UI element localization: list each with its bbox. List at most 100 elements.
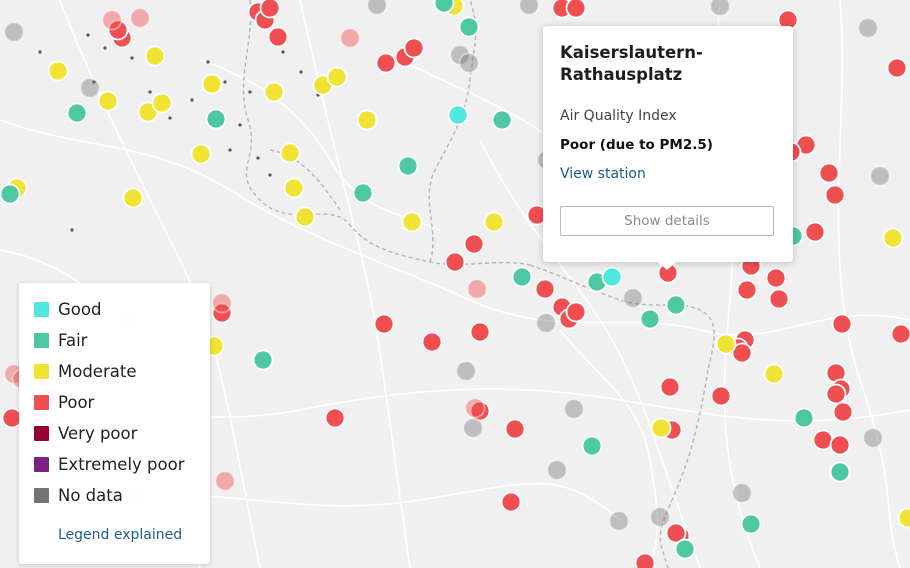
station-marker-moderate[interactable] <box>190 143 212 165</box>
station-marker-moderate[interactable] <box>144 45 166 67</box>
station-marker-moderate[interactable] <box>97 90 119 112</box>
station-marker-poor[interactable] <box>765 267 787 289</box>
station-marker-moderate[interactable] <box>201 73 223 95</box>
station-marker-poor[interactable] <box>565 0 587 19</box>
station-marker-poor[interactable] <box>829 434 851 456</box>
station-marker-poor[interactable] <box>565 301 587 323</box>
station-marker-poor[interactable] <box>464 397 486 419</box>
station-marker-poor[interactable] <box>710 385 732 407</box>
station-marker-no-data[interactable] <box>546 459 568 481</box>
station-marker-fair[interactable] <box>639 308 661 330</box>
station-marker-fair[interactable] <box>740 513 762 535</box>
town-dot <box>256 156 260 160</box>
station-marker-moderate[interactable] <box>882 227 904 249</box>
station-marker-moderate[interactable] <box>283 177 305 199</box>
station-marker-fair[interactable] <box>829 461 851 483</box>
station-marker-poor[interactable] <box>824 184 846 206</box>
legend-explained-link[interactable]: Legend explained <box>58 527 182 543</box>
station-marker-poor[interactable] <box>267 26 289 48</box>
station-marker-no-data[interactable] <box>622 287 644 309</box>
station-marker-no-data[interactable] <box>563 398 585 420</box>
station-marker-no-data[interactable] <box>862 427 884 449</box>
station-marker-moderate[interactable] <box>897 507 910 529</box>
station-marker-no-data[interactable] <box>462 417 484 439</box>
station-marker-moderate[interactable] <box>483 211 505 233</box>
station-marker-moderate[interactable] <box>715 333 737 355</box>
station-marker-fair[interactable] <box>66 102 88 124</box>
station-marker-no-data[interactable] <box>608 510 630 532</box>
station-marker-poor[interactable] <box>831 313 853 335</box>
station-marker-fair[interactable] <box>433 0 455 14</box>
station-marker-poor[interactable] <box>444 251 466 273</box>
station-marker-fair[interactable] <box>458 16 480 38</box>
station-marker-no-data[interactable] <box>535 312 557 334</box>
station-marker-poor[interactable] <box>375 52 397 74</box>
station-marker-no-data[interactable] <box>731 482 753 504</box>
station-marker-moderate[interactable] <box>356 109 378 131</box>
station-marker-poor[interactable] <box>463 233 485 255</box>
station-marker-fair[interactable] <box>793 407 815 429</box>
station-marker-fair[interactable] <box>205 108 227 130</box>
station-marker-moderate[interactable] <box>122 187 144 209</box>
station-marker-moderate[interactable] <box>763 363 785 385</box>
station-marker-no-data[interactable] <box>455 360 477 382</box>
station-marker-poor[interactable] <box>403 37 425 59</box>
station-marker-fair[interactable] <box>674 538 696 560</box>
station-marker-fair[interactable] <box>0 183 21 205</box>
station-marker-poor[interactable] <box>101 9 123 31</box>
station-marker-poor[interactable] <box>886 57 908 79</box>
station-marker-poor[interactable] <box>500 491 522 513</box>
station-marker-no-data[interactable] <box>857 17 879 39</box>
station-marker-poor[interactable] <box>469 321 491 343</box>
station-marker-fair[interactable] <box>581 435 603 457</box>
station-marker-moderate[interactable] <box>294 206 316 228</box>
town-dot <box>130 56 134 60</box>
station-marker-no-data[interactable] <box>649 506 671 528</box>
station-marker-moderate[interactable] <box>263 81 285 103</box>
station-marker-no-data[interactable] <box>458 52 480 74</box>
view-station-link[interactable]: View station <box>560 166 646 182</box>
station-marker-good[interactable] <box>601 266 623 288</box>
station-marker-moderate[interactable] <box>279 142 301 164</box>
station-marker-fair[interactable] <box>352 182 374 204</box>
station-marker-moderate[interactable] <box>151 92 173 114</box>
station-marker-poor[interactable] <box>818 162 840 184</box>
station-marker-good[interactable] <box>447 104 469 126</box>
station-marker-fair[interactable] <box>252 349 274 371</box>
station-marker-poor[interactable] <box>890 323 910 345</box>
station-marker-poor[interactable] <box>259 0 281 19</box>
station-marker-poor[interactable] <box>832 401 854 423</box>
station-marker-no-data[interactable] <box>79 77 101 99</box>
station-marker-poor[interactable] <box>659 376 681 398</box>
station-marker-no-data[interactable] <box>709 0 731 17</box>
station-marker-no-data[interactable] <box>869 165 891 187</box>
station-marker-poor[interactable] <box>812 429 834 451</box>
station-marker-fair[interactable] <box>665 294 687 316</box>
station-marker-poor[interactable] <box>736 279 758 301</box>
station-marker-poor[interactable] <box>825 383 847 405</box>
station-marker-fair[interactable] <box>491 109 513 131</box>
station-marker-poor[interactable] <box>129 7 151 29</box>
station-marker-poor[interactable] <box>211 292 233 314</box>
station-marker-fair[interactable] <box>397 155 419 177</box>
station-marker-poor[interactable] <box>214 470 236 492</box>
station-marker-poor[interactable] <box>339 27 361 49</box>
station-marker-moderate[interactable] <box>326 66 348 88</box>
station-marker-poor[interactable] <box>504 418 526 440</box>
show-details-button[interactable]: Show details <box>560 206 774 236</box>
station-marker-poor[interactable] <box>634 552 656 568</box>
station-marker-poor[interactable] <box>421 331 443 353</box>
station-marker-poor[interactable] <box>373 313 395 335</box>
station-marker-no-data[interactable] <box>3 21 25 43</box>
station-marker-poor[interactable] <box>324 407 346 429</box>
station-marker-poor[interactable] <box>768 288 790 310</box>
station-marker-no-data[interactable] <box>366 0 388 16</box>
station-marker-fair[interactable] <box>511 266 533 288</box>
station-marker-poor[interactable] <box>534 278 556 300</box>
station-marker-poor[interactable] <box>466 278 488 300</box>
station-marker-poor[interactable] <box>804 221 826 243</box>
station-marker-moderate[interactable] <box>650 417 672 439</box>
station-marker-moderate[interactable] <box>47 60 69 82</box>
station-marker-no-data[interactable] <box>518 0 540 16</box>
station-marker-moderate[interactable] <box>401 211 423 233</box>
